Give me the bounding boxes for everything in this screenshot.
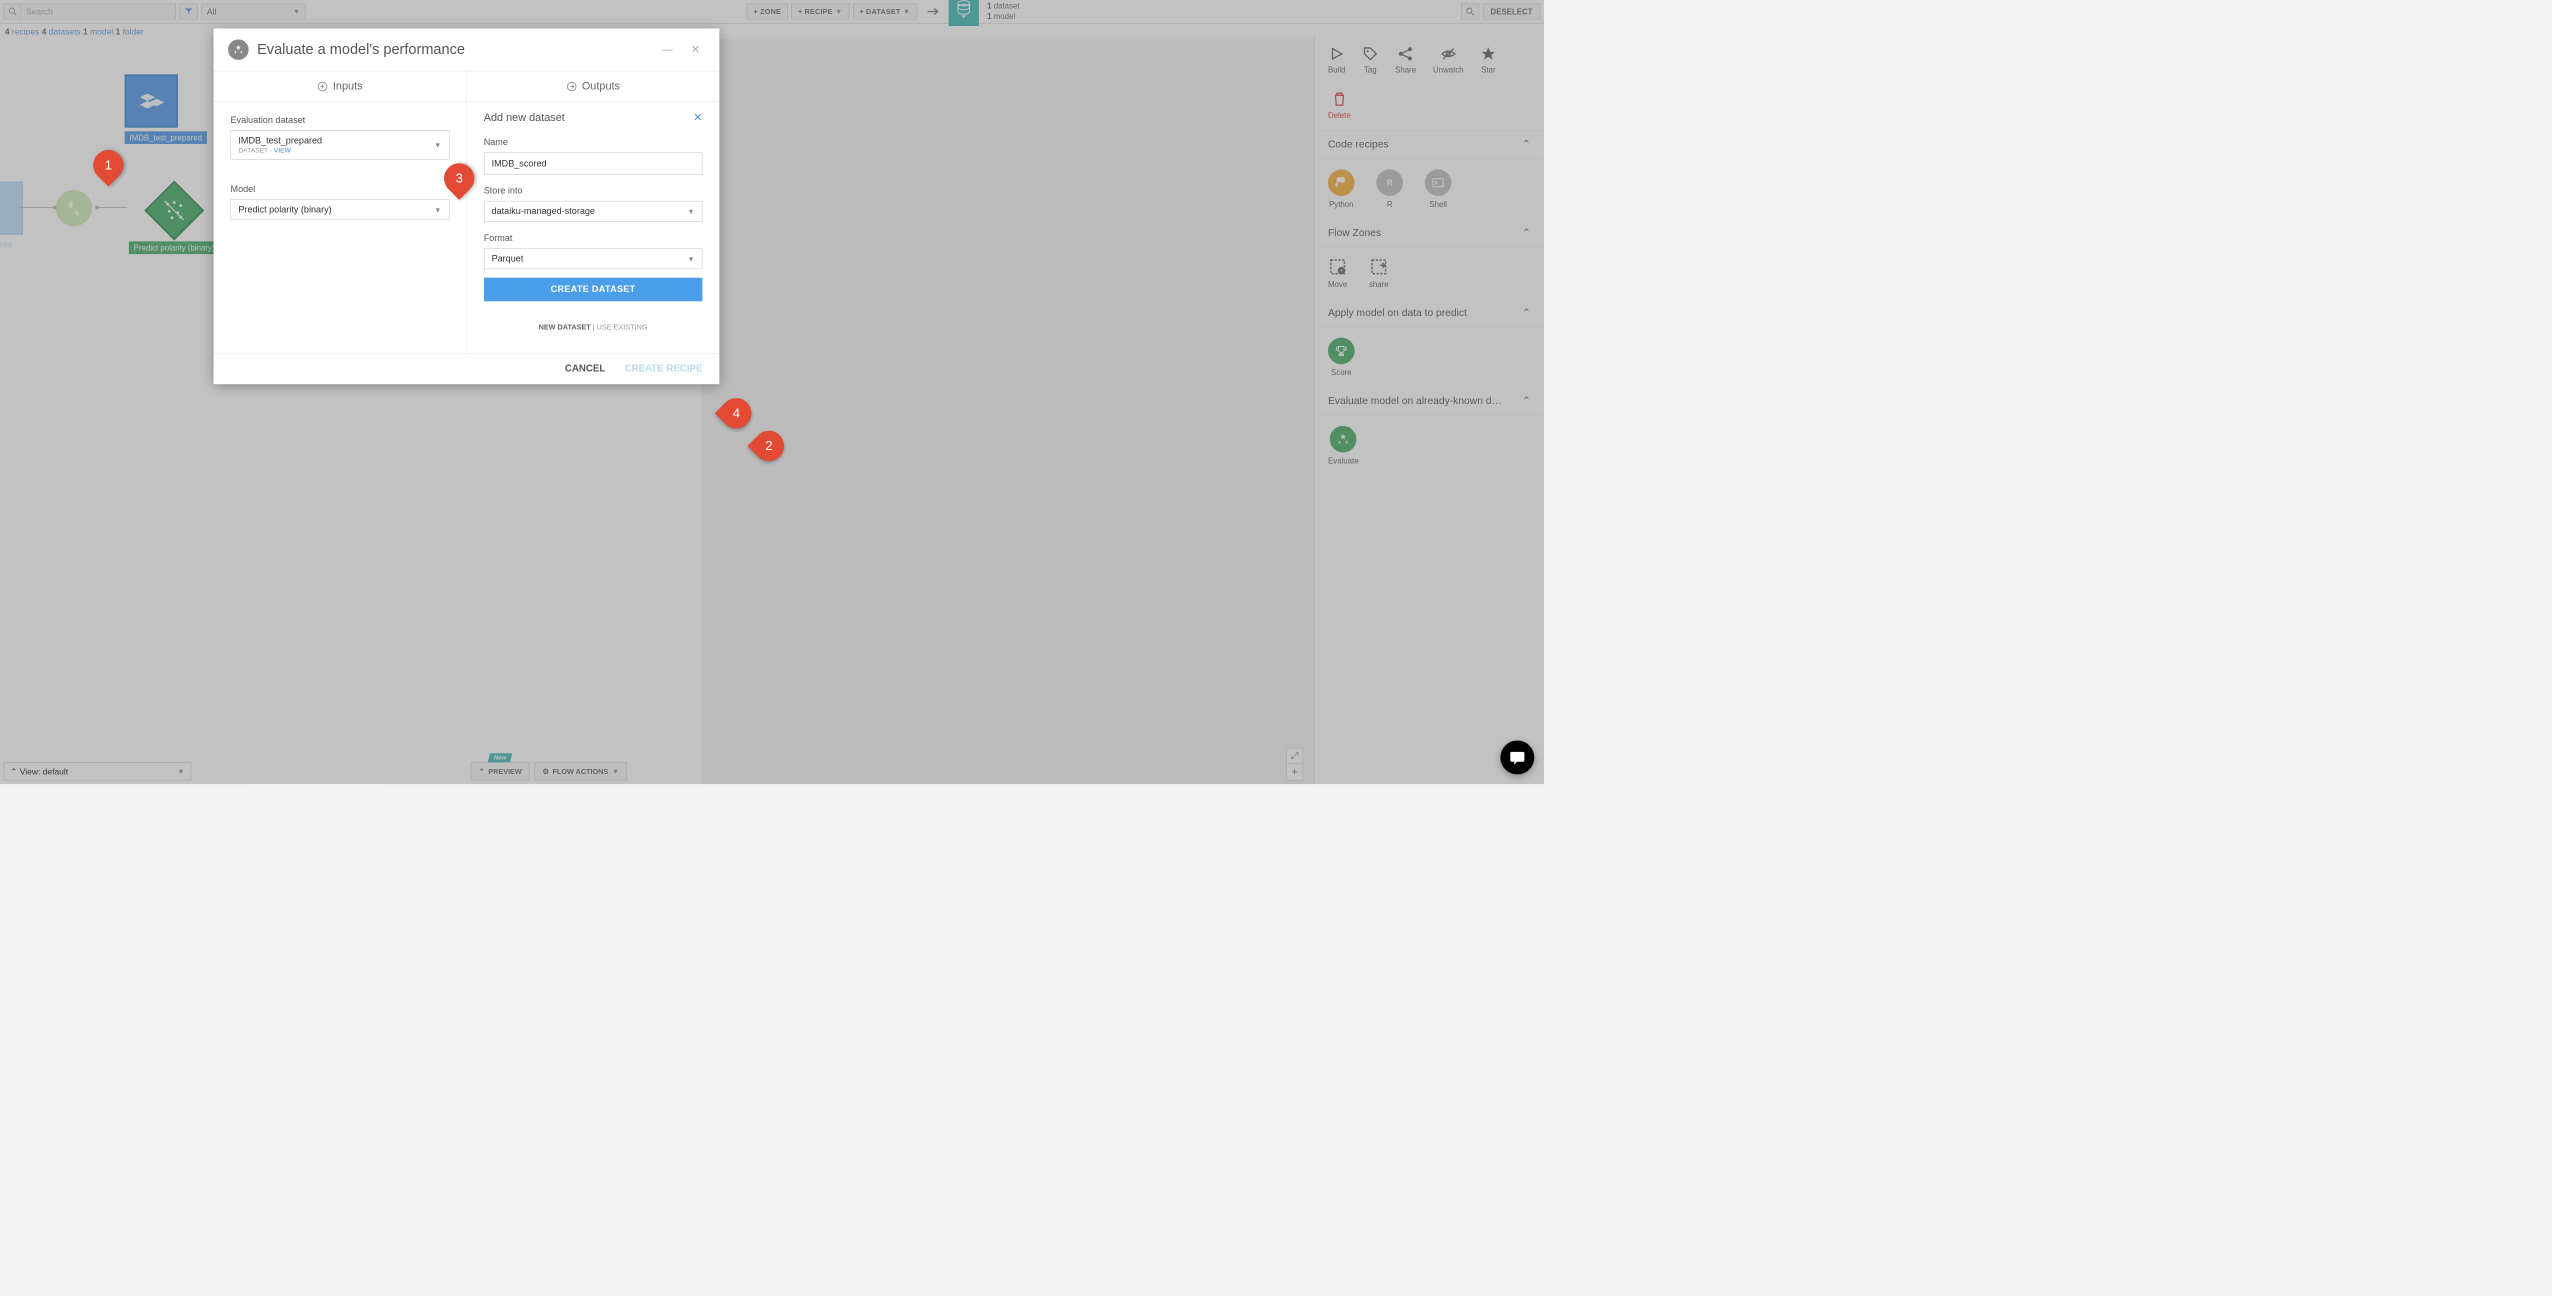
eval-dataset-value: IMDB_test_prepared — [238, 136, 322, 146]
eval-dataset-dropdown[interactable]: IMDB_test_prepared DATASET - View ▼ — [231, 130, 450, 160]
evaluate-modal: Evaluate a model's performance — ✕ Input… — [214, 28, 720, 384]
chevron-down-icon: ▼ — [687, 254, 694, 262]
chevron-down-icon: ▼ — [434, 205, 441, 213]
outputs-footer: NEW DATASET | USE EXISTING — [484, 301, 703, 340]
stars-icon — [228, 39, 249, 60]
outputs-header: Outputs — [467, 71, 720, 101]
outputs-column: Outputs Add new dataset ✕ Name Store int… — [467, 71, 720, 353]
cancel-button[interactable]: CANCEL — [565, 364, 605, 375]
store-value: dataiku-managed-storage — [492, 206, 595, 216]
modal-header: Evaluate a model's performance — ✕ — [214, 28, 720, 71]
model-label: Model — [231, 184, 450, 194]
format-value: Parquet — [492, 253, 524, 263]
model-dropdown[interactable]: Predict polarity (binary) ▼ — [231, 199, 450, 220]
store-dropdown[interactable]: dataiku-managed-storage ▼ — [484, 201, 703, 222]
view-link[interactable]: View — [274, 147, 291, 154]
eval-dataset-label: Evaluation dataset — [231, 115, 450, 125]
chevron-down-icon: ▼ — [687, 207, 694, 215]
create-recipe-button[interactable]: CREATE RECIPE — [625, 364, 703, 375]
modal-title: Evaluate a model's performance — [257, 41, 648, 58]
close-button[interactable]: ✕ — [686, 41, 705, 59]
chat-bubble-button[interactable] — [1500, 741, 1534, 775]
use-existing-link[interactable]: USE EXISTING — [597, 323, 648, 331]
minimize-button[interactable]: — — [657, 41, 678, 59]
modal-footer: CANCEL CREATE RECIPE — [214, 353, 720, 384]
create-dataset-button[interactable]: CREATE DATASET — [484, 278, 703, 302]
model-value: Predict polarity (binary) — [238, 204, 331, 214]
close-icon[interactable]: ✕ — [693, 111, 702, 124]
add-dataset-title: Add new dataset — [484, 111, 565, 124]
format-dropdown[interactable]: Parquet ▼ — [484, 248, 703, 269]
inputs-header: Inputs — [214, 71, 467, 101]
output-arrow-icon — [566, 81, 577, 92]
name-label: Name — [484, 137, 703, 147]
store-label: Store into — [484, 186, 703, 196]
chat-icon — [1509, 749, 1526, 766]
input-arrow-icon — [317, 81, 328, 92]
format-label: Format — [484, 233, 703, 243]
chevron-down-icon: ▼ — [434, 141, 441, 149]
inputs-column: Inputs Evaluation dataset IMDB_test_prep… — [214, 71, 467, 353]
name-input[interactable] — [484, 152, 703, 174]
